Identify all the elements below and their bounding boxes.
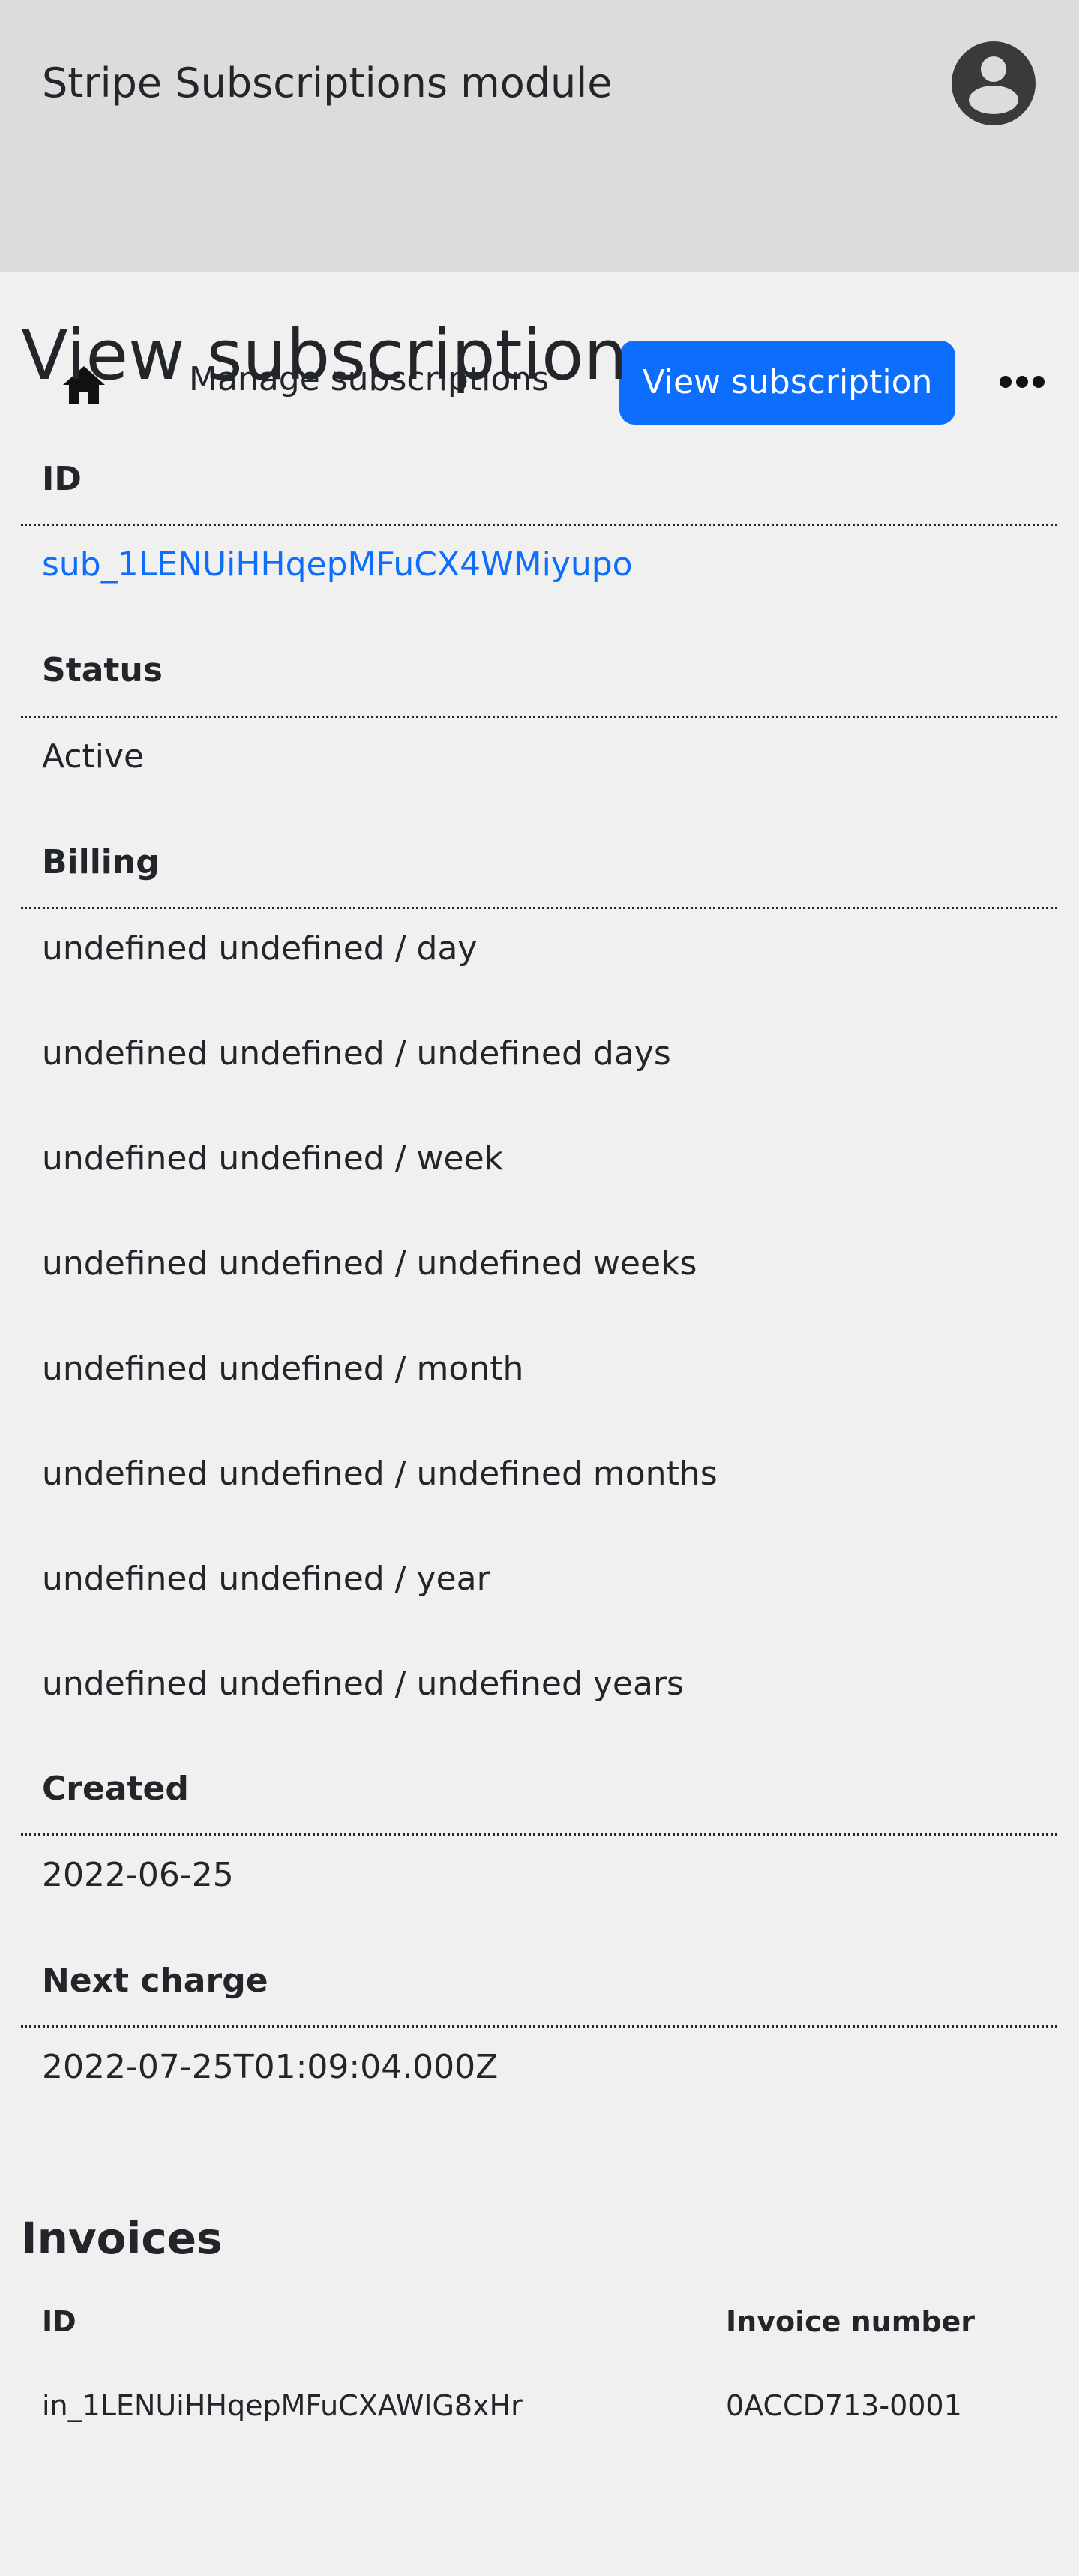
field-label-next-charge: Next charge bbox=[42, 1962, 268, 2000]
divider bbox=[21, 524, 1057, 526]
field-label-id: ID bbox=[42, 460, 82, 498]
divider bbox=[21, 716, 1057, 718]
column-header-id: ID bbox=[42, 2305, 76, 2338]
page-title: View subscription bbox=[21, 315, 628, 395]
field-label-created: Created bbox=[42, 1770, 189, 1808]
app-header: Stripe Subscriptions module bbox=[0, 0, 1079, 165]
field-label-billing: Billing bbox=[42, 843, 160, 881]
app-title: Stripe Subscriptions module bbox=[42, 59, 613, 107]
billing-value: undefined undefined / undefined days bbox=[42, 1034, 671, 1073]
billing-value: undefined undefined / day bbox=[42, 929, 478, 968]
billing-value: undefined undefined / undefined months bbox=[42, 1455, 718, 1493]
billing-value: undefined undefined / undefined years bbox=[42, 1665, 684, 1703]
subscription-id-link[interactable]: sub_1LENUiHHqepMFuCX4WMiyupo bbox=[42, 542, 633, 587]
status-value: Active bbox=[42, 737, 145, 776]
invoices-heading: Invoices bbox=[21, 2213, 223, 2264]
nav-item-view-subscription[interactable]: View subscription bbox=[619, 341, 955, 425]
divider bbox=[21, 907, 1057, 909]
user-circle-icon[interactable] bbox=[951, 41, 1036, 126]
billing-value: undefined undefined / month bbox=[42, 1350, 524, 1388]
invoice-id-link[interactable]: in_1LENUiHHqepMFuCXAWIG8xHr bbox=[42, 2385, 523, 2426]
billing-value: undefined undefined / undefined weeks bbox=[42, 1244, 697, 1283]
billing-value: undefined undefined / year bbox=[42, 1560, 490, 1598]
nav-bar: Manage subscriptions View subscription bbox=[0, 165, 1079, 425]
created-value: 2022-06-25 bbox=[42, 1856, 234, 1894]
billing-value: undefined undefined / week bbox=[42, 1139, 504, 1178]
next-charge-value: 2022-07-25T01:09:04.000Z bbox=[42, 2048, 499, 2086]
column-header-invoice-number: Invoice number bbox=[726, 2305, 976, 2338]
divider bbox=[21, 2025, 1057, 2028]
invoice-number: 0ACCD713-0001 bbox=[726, 2389, 962, 2422]
ellipsis-icon[interactable] bbox=[999, 372, 1045, 392]
divider bbox=[21, 1833, 1057, 1836]
field-label-status: Status bbox=[42, 651, 163, 689]
